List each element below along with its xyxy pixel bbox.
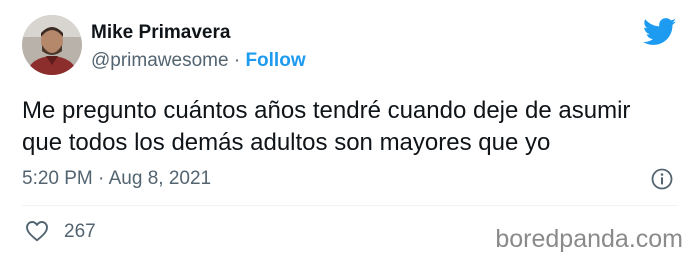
tweet-date[interactable]: Aug 8, 2021 [109, 168, 211, 189]
author-name[interactable]: Mike Primavera [91, 22, 230, 44]
author-handle[interactable]: @primawesome [91, 50, 229, 71]
avatar[interactable] [22, 15, 82, 75]
tweet-text: Me pregunto cuántos años tendré cuando d… [22, 95, 687, 159]
like-count[interactable]: 267 [64, 221, 96, 243]
source-watermark: boredpanda.com [495, 225, 683, 253]
heart-icon[interactable] [25, 220, 49, 242]
tweet-text-line: Me pregunto cuántos años tendré cuando d… [22, 97, 631, 124]
divider [22, 205, 678, 206]
twitter-bird-icon[interactable] [642, 18, 677, 46]
info-icon[interactable] [651, 168, 673, 190]
tweet-text-line: que todos los demás adultos son mayores … [22, 129, 551, 156]
handle-row: @primawesome · Follow [91, 50, 306, 72]
separator-dot: · [98, 168, 105, 189]
separator-dot: · [233, 50, 241, 71]
tweet-time[interactable]: 5:20 PM [22, 168, 93, 189]
tweet-timestamp: 5:20 PM · Aug 8, 2021 [22, 168, 211, 190]
follow-button[interactable]: Follow [245, 50, 305, 71]
